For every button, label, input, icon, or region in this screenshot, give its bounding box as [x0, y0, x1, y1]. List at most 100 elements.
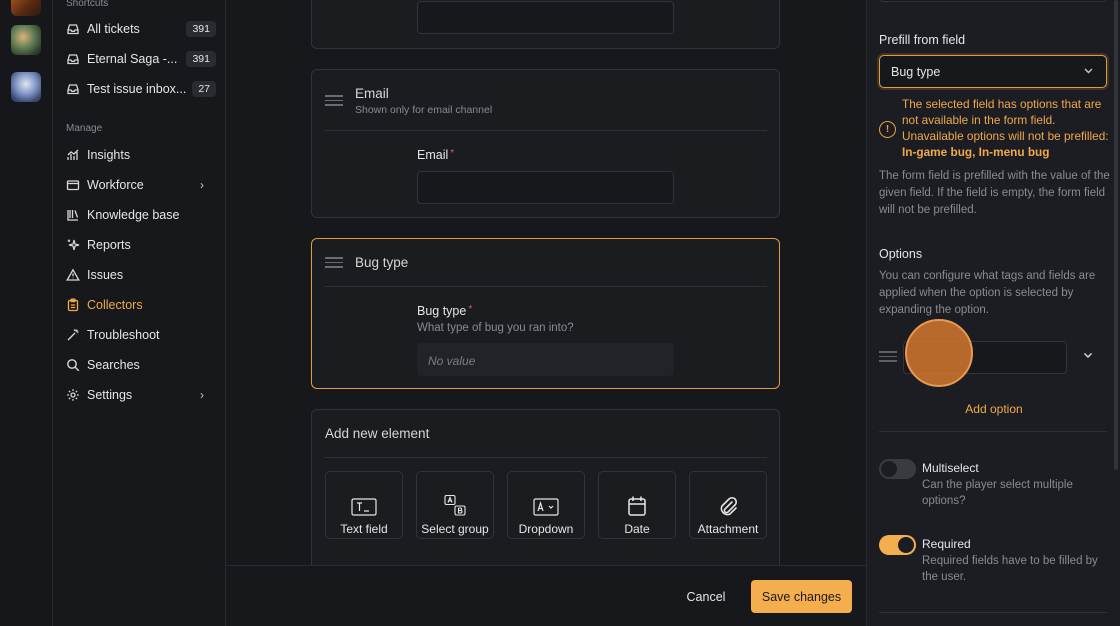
field-label-text: Email [417, 148, 449, 162]
sidebar-item-label: Insights [87, 148, 131, 162]
toggle-knob [881, 461, 897, 477]
email-element-card[interactable]: Email Shown only for email channel Email… [311, 69, 780, 218]
sidebar-item-issues[interactable]: Issues [59, 262, 218, 288]
dropdown-icon [533, 496, 559, 518]
clipboard-icon [66, 298, 80, 312]
text-input[interactable] [417, 1, 674, 34]
sidebar-item-label: Test issue inbox... [87, 82, 187, 96]
email-input[interactable] [417, 171, 674, 204]
workspace-avatar[interactable] [11, 0, 41, 16]
app-window: Shortcuts All tickets 391 Eternal Saga -… [0, 0, 1120, 626]
inbox-icon [66, 52, 80, 66]
chevron-down-icon[interactable] [1082, 349, 1094, 364]
workspace-avatar[interactable] [11, 72, 41, 102]
divider [324, 130, 767, 131]
sidebar-item-searches[interactable]: Searches [59, 352, 218, 378]
drag-handle-icon[interactable] [325, 257, 343, 269]
sidebar-item-insights[interactable]: Insights [59, 142, 218, 168]
section-label-shortcuts: Shortcuts [66, 0, 109, 9]
gear-icon [66, 388, 80, 402]
warning-icon [66, 268, 80, 282]
prefill-field-select[interactable]: Bug type [879, 55, 1107, 88]
divider [324, 286, 767, 287]
field-label: Bug type * [417, 304, 472, 318]
add-date-button[interactable]: Date [598, 471, 676, 539]
text-input[interactable] [879, 0, 1107, 2]
options-label: Options [879, 247, 923, 261]
sidebar-item-knowledge-base[interactable]: Knowledge base [59, 202, 218, 228]
sidebar-item-label: Reports [87, 238, 131, 252]
required-toggle[interactable] [879, 535, 916, 555]
text-field-icon [351, 496, 377, 518]
sidebar-item-workforce[interactable]: Workforce › [59, 172, 218, 198]
warning-message: The selected field has options that are … [902, 97, 1109, 143]
sidebar-item-label: Issues [87, 268, 124, 282]
save-changes-button[interactable]: Save changes [751, 580, 852, 613]
sidebar-item-test-issue-inbox[interactable]: Test issue inbox... 27 [59, 76, 218, 102]
warning-options: In-game bug, In-menu bug [902, 145, 1050, 159]
tile-label: Date [624, 522, 650, 536]
sidebar-item-label: Collectors [87, 298, 143, 312]
bug-type-element-card[interactable]: Bug type Bug type * What type of bug you … [311, 238, 780, 389]
sidebar-item-label: All tickets [87, 22, 140, 36]
book-icon [66, 208, 80, 222]
wand-icon [66, 328, 80, 342]
sidebar-item-label: Searches [87, 358, 140, 372]
sidebar-item-eternal-saga[interactable]: Eternal Saga -... 391 [59, 46, 218, 72]
add-text-field-button[interactable]: Text field [325, 471, 403, 539]
add-dropdown-button[interactable]: Dropdown [507, 471, 585, 539]
sparkle-icon [66, 238, 80, 252]
paperclip-icon [717, 494, 739, 518]
tile-label: Attachment [697, 522, 759, 536]
properties-panel: Prefill from field Bug type ! The select… [866, 0, 1120, 626]
sidebar-item-label: Settings [87, 388, 133, 402]
required-mark: * [468, 304, 473, 315]
element-title: Email [355, 86, 389, 101]
required-title: Required [922, 537, 971, 551]
element-title: Bug type [355, 255, 409, 270]
drag-handle-icon[interactable] [879, 351, 897, 365]
multiselect-toggle[interactable] [879, 459, 916, 479]
tile-label: Text field [340, 522, 388, 536]
footer-bar: Cancel Save changes [226, 565, 866, 626]
sidebar-item-collectors[interactable]: Collectors [59, 292, 218, 318]
add-option-button[interactable]: Add option [867, 402, 1120, 416]
alert-circle-icon: ! [879, 121, 896, 138]
sidebar-item-reports[interactable]: Reports [59, 232, 218, 258]
sidebar-item-settings[interactable]: Settings › [59, 382, 218, 408]
prefill-selected-value: Bug type [891, 65, 941, 79]
inbox-icon [66, 22, 80, 36]
sidebar-item-troubleshoot[interactable]: Troubleshoot [59, 322, 218, 348]
workspace-avatar[interactable] [11, 25, 41, 55]
chevron-down-icon [1083, 65, 1094, 79]
workforce-icon [66, 178, 80, 192]
toggle-knob [898, 537, 914, 553]
required-help: Required fields have to be filled by the… [922, 555, 1098, 583]
scrollbar[interactable] [1114, 0, 1118, 470]
divider [879, 431, 1107, 432]
prefill-warning: ! The selected field has options that ar… [879, 96, 1109, 160]
form-element-card[interactable] [311, 0, 780, 49]
count-badge: 27 [192, 81, 216, 97]
divider [879, 612, 1107, 613]
count-badge: 391 [186, 21, 216, 37]
warning-text: The selected field has options that are … [902, 96, 1109, 160]
section-label-manage: Manage [66, 123, 103, 134]
add-attachment-button[interactable]: Attachment [689, 471, 767, 539]
field-label-text: Bug type [417, 304, 467, 318]
inbox-icon [66, 82, 80, 96]
prefill-label: Prefill from field [879, 33, 966, 47]
field-label: Email * [417, 148, 454, 162]
prefill-help: The form field is prefilled with the val… [879, 170, 1110, 216]
add-select-group-button[interactable]: Select group [416, 471, 494, 539]
multiselect-help: Can the player select multiple options? [922, 479, 1073, 507]
divider [324, 457, 767, 458]
cancel-button[interactable]: Cancel [676, 581, 736, 613]
options-help: You can configure what tags and fields a… [879, 270, 1096, 316]
bug-type-value[interactable]: No value [417, 343, 674, 376]
tile-label: Select group [421, 522, 489, 536]
element-subtitle: Shown only for email channel [355, 104, 493, 116]
tile-label: Dropdown [518, 522, 574, 536]
sidebar-item-all-tickets[interactable]: All tickets 391 [59, 16, 218, 42]
drag-handle-icon[interactable] [325, 95, 343, 107]
